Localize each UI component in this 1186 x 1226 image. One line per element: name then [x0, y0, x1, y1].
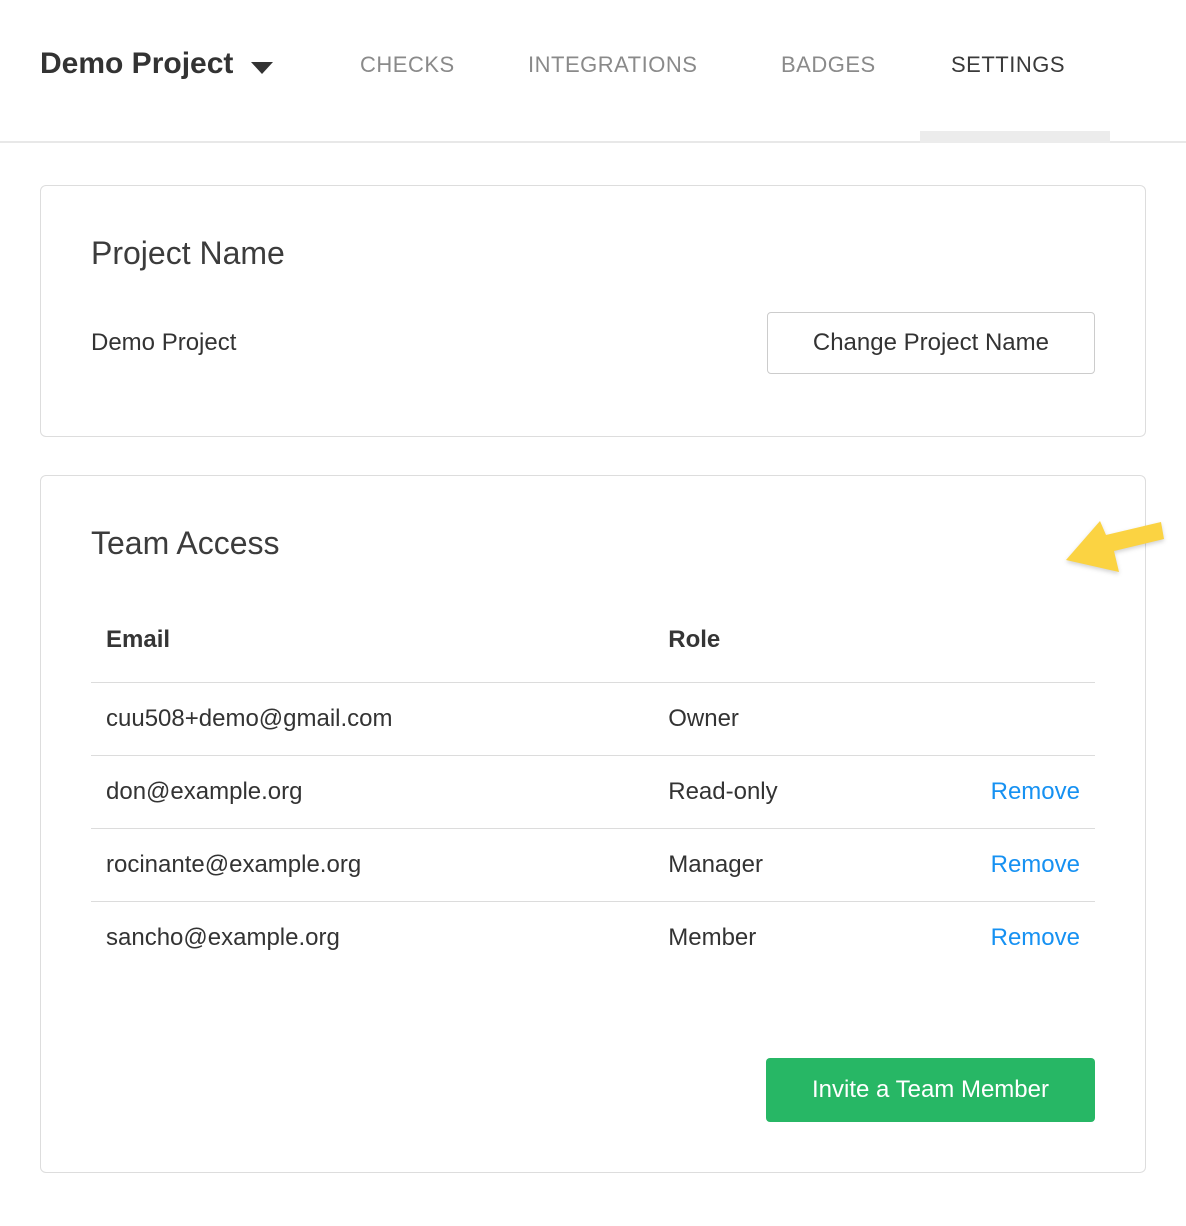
table-header-row: Email Role — [91, 618, 1095, 683]
tab-settings[interactable]: SETTINGS — [951, 52, 1065, 78]
column-header-actions — [924, 618, 1095, 683]
member-email: don@example.org — [91, 756, 653, 829]
team-access-card: Team Access Email Role cuu508+demo@gmail… — [40, 475, 1146, 1173]
project-name-heading: Project Name — [91, 234, 1095, 272]
invite-team-member-button[interactable]: Invite a Team Member — [766, 1058, 1095, 1122]
change-project-name-button[interactable]: Change Project Name — [767, 312, 1095, 374]
invite-row: Invite a Team Member — [91, 1058, 1095, 1122]
member-email: cuu508+demo@gmail.com — [91, 683, 653, 756]
team-access-heading: Team Access — [91, 524, 1095, 562]
member-action-cell: Remove — [924, 829, 1095, 902]
table-row: sancho@example.org Member Remove — [91, 902, 1095, 975]
member-role: Owner — [653, 683, 924, 756]
member-action-cell — [924, 683, 1095, 756]
remove-member-link[interactable]: Remove — [991, 851, 1080, 878]
project-title: Demo Project — [40, 45, 233, 83]
tab-checks[interactable]: CHECKS — [360, 52, 455, 78]
current-project-name: Demo Project — [91, 329, 236, 357]
remove-member-link[interactable]: Remove — [991, 778, 1080, 805]
chevron-down-icon — [251, 62, 273, 74]
member-role: Manager — [653, 829, 924, 902]
project-name-card: Project Name Demo Project Change Project… — [40, 185, 1146, 437]
member-role: Member — [653, 902, 924, 975]
table-row: cuu508+demo@gmail.com Owner — [91, 683, 1095, 756]
member-action-cell: Remove — [924, 756, 1095, 829]
column-header-role: Role — [653, 618, 924, 683]
member-email: rocinante@example.org — [91, 829, 653, 902]
project-switcher-dropdown[interactable]: Demo Project — [40, 45, 273, 83]
member-role: Read-only — [653, 756, 924, 829]
member-action-cell: Remove — [924, 902, 1095, 975]
settings-page: Project Name Demo Project Change Project… — [0, 143, 1186, 1173]
column-header-email: Email — [91, 618, 653, 683]
tab-badges[interactable]: BADGES — [781, 52, 876, 78]
table-row: don@example.org Read-only Remove — [91, 756, 1095, 829]
remove-member-link[interactable]: Remove — [991, 924, 1080, 951]
active-tab-indicator — [920, 131, 1110, 143]
top-navigation: Demo Project CHECKS INTEGRATIONS BADGES … — [0, 0, 1186, 143]
tab-integrations[interactable]: INTEGRATIONS — [528, 52, 697, 78]
project-name-row: Demo Project Change Project Name — [91, 312, 1095, 374]
table-row: rocinante@example.org Manager Remove — [91, 829, 1095, 902]
member-email: sancho@example.org — [91, 902, 653, 975]
team-members-table: Email Role cuu508+demo@gmail.com Owner d… — [91, 618, 1095, 974]
